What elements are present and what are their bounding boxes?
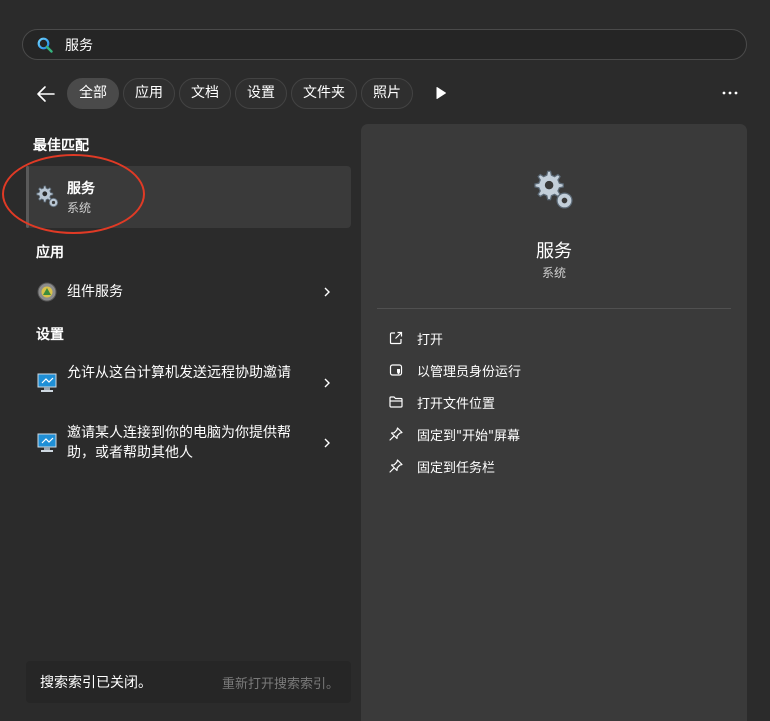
pin-icon (389, 459, 403, 473)
search-bar[interactable] (22, 29, 747, 60)
detail-title: 服务 (536, 241, 572, 262)
chevron-right-icon[interactable] (321, 286, 333, 298)
action-label: 固定到"开始"屏幕 (417, 429, 520, 444)
settings-item-label: 允许从这台计算机发送远程协助邀请 (67, 365, 291, 381)
tab-documents[interactable]: 文档 (179, 78, 231, 109)
app-item-component-services[interactable]: 组件服务 (26, 278, 351, 306)
tab-photos[interactable]: 照片 (361, 78, 413, 109)
app-item-label: 组件服务 (67, 284, 123, 300)
action-label: 以管理员身份运行 (417, 365, 522, 380)
divider (377, 308, 731, 309)
settings-item-invite-help[interactable]: 邀请某人连接到你的电脑为你提供帮助，或者帮助其他人 (26, 422, 351, 466)
services-gear-icon (534, 170, 573, 209)
search-index-footer: 搜索索引已关闭。 重新打开搜索索引。 (26, 661, 351, 703)
best-match-heading: 最佳匹配 (33, 138, 89, 154)
component-services-icon (37, 282, 57, 302)
back-arrow-icon[interactable] (34, 82, 58, 106)
action-open-file-location[interactable]: 打开文件位置 (377, 388, 731, 416)
tab-apps[interactable]: 应用 (123, 78, 175, 109)
services-gear-icon (36, 185, 59, 208)
action-pin-to-start[interactable]: 固定到"开始"屏幕 (377, 420, 731, 448)
tab-all[interactable]: 全部 (67, 78, 119, 109)
settings-item-remote-assistance-invite[interactable]: 允许从这台计算机发送远程协助邀请 (26, 362, 351, 406)
pin-icon (389, 427, 403, 441)
shield-admin-icon (389, 364, 403, 376)
best-match-services-item[interactable]: 服务 系统 (26, 166, 351, 228)
action-label: 打开 (417, 333, 444, 348)
selection-accent (26, 166, 29, 228)
action-label: 打开文件位置 (417, 397, 496, 412)
search-icon (37, 37, 53, 53)
tab-folders[interactable]: 文件夹 (291, 78, 357, 109)
open-external-icon (389, 331, 403, 345)
best-match-subtitle: 系统 (67, 201, 92, 215)
reopen-search-index-link[interactable]: 重新打开搜索索引。 (222, 673, 339, 692)
settings-item-label: 邀请某人连接到你的电脑为你提供帮助，或者帮助其他人 (67, 425, 291, 461)
folder-icon (389, 396, 403, 408)
filter-tabs: 全部 应用 文档 设置 文件夹 照片 (67, 78, 413, 109)
detail-panel: 服务 系统 打开 以管理员身份运行 打开文件位置 固定到"开始"屏幕 固定到任务… (361, 124, 747, 721)
best-match-title: 服务 (67, 181, 95, 197)
remote-help-monitor-icon (37, 433, 57, 452)
search-input[interactable] (65, 34, 725, 56)
more-filters-play-icon[interactable] (434, 86, 448, 100)
action-open[interactable]: 打开 (377, 324, 731, 352)
apps-heading: 应用 (36, 245, 64, 261)
chevron-right-icon[interactable] (321, 437, 333, 449)
remote-assistance-monitor-icon (37, 373, 57, 392)
more-options-icon[interactable] (719, 85, 741, 101)
settings-heading: 设置 (36, 327, 64, 343)
action-label: 固定到任务栏 (417, 461, 496, 476)
search-index-status: 搜索索引已关闭。 (40, 675, 152, 691)
action-pin-to-taskbar[interactable]: 固定到任务栏 (377, 452, 731, 480)
action-run-as-admin[interactable]: 以管理员身份运行 (377, 356, 731, 384)
chevron-right-icon[interactable] (321, 377, 333, 389)
tab-settings[interactable]: 设置 (235, 78, 287, 109)
detail-subtitle: 系统 (541, 266, 566, 280)
